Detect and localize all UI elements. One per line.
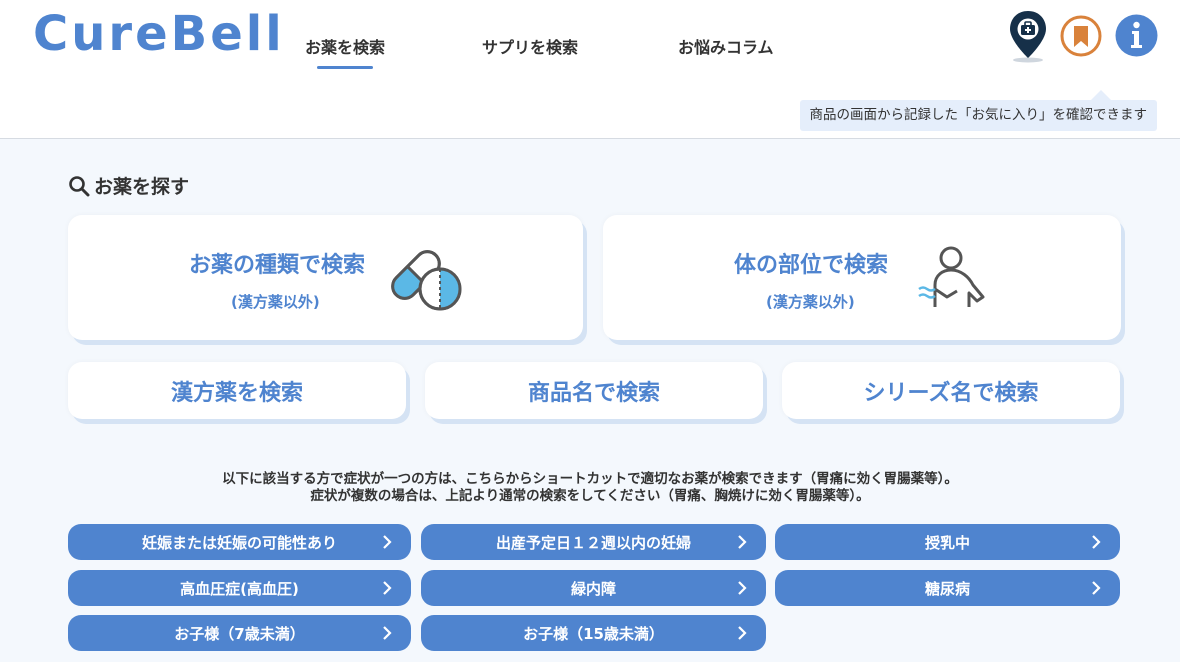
search-by-body-part-card[interactable]: 体の部位で検索 (漢方薬以外): [603, 215, 1121, 340]
section-title-text: お薬を探す: [94, 176, 190, 198]
card-label: 商品名で検索: [527, 380, 660, 406]
shortcut-label: 出産予定日１２週以内の妊婦: [495, 533, 691, 552]
chevron-right-icon: [383, 535, 392, 549]
shortcut-due-within-12-weeks[interactable]: 出産予定日１２週以内の妊婦: [421, 524, 766, 560]
card-subtitle: (漢方薬以外): [231, 293, 320, 311]
shortcut-label: 高血圧症(高血圧): [180, 579, 299, 598]
shortcut-label: 緑内障: [570, 579, 616, 598]
search-product-name-card[interactable]: 商品名で検索: [425, 362, 763, 419]
nav-concern-column[interactable]: お悩みコラム: [678, 34, 774, 58]
nav-supplement-search[interactable]: サプリを検索: [482, 34, 578, 58]
card-subtitle: (漢方薬以外): [766, 293, 855, 311]
shortcut-diabetes[interactable]: 糖尿病: [775, 570, 1120, 606]
shortcut-breastfeeding[interactable]: 授乳中: [775, 524, 1120, 560]
shortcut-pregnant[interactable]: 妊娠または妊娠の可能性あり: [68, 524, 411, 560]
site-header: CureBell お薬を検索 サプリを検索 お悩みコラム 商品の画面から記録した…: [0, 0, 1180, 139]
card-label: 漢方薬を検索: [170, 380, 303, 406]
chevron-right-icon: [738, 535, 747, 549]
shortcut-label: お子様（15歳未満）: [523, 624, 664, 643]
shortcut-label: 糖尿病: [924, 579, 970, 598]
body-stomach-icon: [918, 246, 985, 307]
chevron-right-icon: [383, 581, 392, 595]
shortcut-glaucoma[interactable]: 緑内障: [421, 570, 766, 606]
medical-map-pin-icon[interactable]: [1008, 10, 1048, 63]
shortcut-hypertension[interactable]: 高血圧症(高血圧): [68, 570, 411, 606]
card-title: 体の部位で検索: [734, 253, 889, 278]
chevron-right-icon: [1092, 535, 1101, 549]
shortcut-label: 妊娠または妊娠の可能性あり: [141, 533, 337, 552]
section-title: お薬を探す: [68, 172, 189, 199]
chevron-right-icon: [738, 626, 747, 640]
card-label: シリーズ名で検索: [863, 380, 1039, 406]
shortcut-notice-line2: 症状が複数の場合は、上記より通常の検索をしてください（胃痛、胸焼けに効く胃腸薬等…: [310, 488, 870, 504]
nav-medicine-search[interactable]: お薬を検索: [305, 34, 385, 69]
logo[interactable]: CureBell: [33, 6, 285, 62]
shortcut-notice-line1: 以下に該当する方で症状が一つの方は、こちらからショートカットで適切なお薬が検索で…: [222, 471, 958, 487]
chevron-right-icon: [738, 581, 747, 595]
shortcut-child-under-15[interactable]: お子様（15歳未満）: [421, 615, 766, 651]
search-kampo-card[interactable]: 漢方薬を検索: [68, 362, 406, 419]
pill-capsule-icon: [391, 250, 462, 311]
chevron-right-icon: [383, 626, 392, 640]
search-icon: [69, 175, 90, 196]
card-title: お薬の種類で検索: [189, 253, 366, 278]
favorites-hint-tooltip: 商品の画面から記録した「お気に入り」を確認できます: [799, 90, 1157, 131]
info-icon[interactable]: [1115, 14, 1158, 57]
shortcut-child-under-7[interactable]: お子様（7歳未満）: [68, 615, 411, 651]
search-series-name-card[interactable]: シリーズ名で検索: [782, 362, 1120, 419]
shortcut-label: お子様（7歳未満）: [174, 624, 305, 643]
bookmark-icon[interactable]: [1060, 15, 1102, 57]
search-by-medicine-type-card[interactable]: お薬の種類で検索 (漢方薬以外): [68, 215, 583, 340]
shortcut-label: 授乳中: [924, 533, 970, 552]
chevron-right-icon: [1092, 581, 1101, 595]
